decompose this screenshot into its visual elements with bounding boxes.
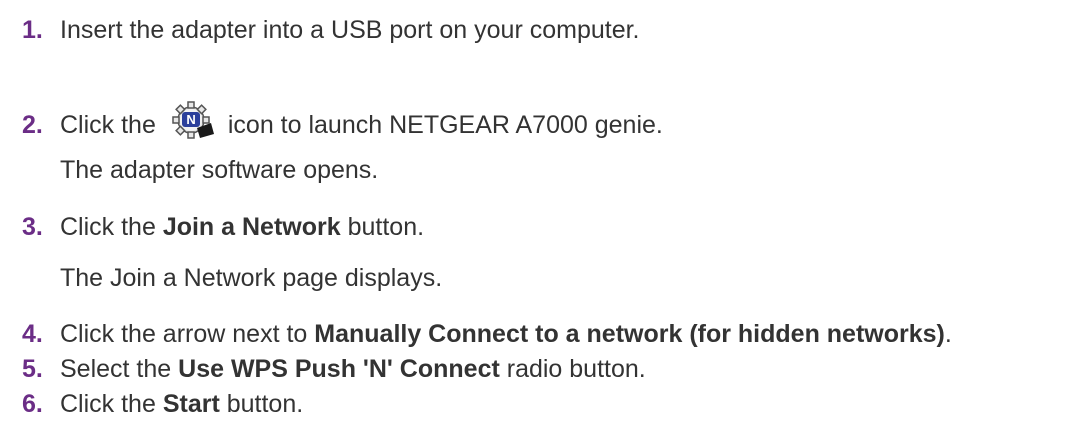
step-5: 5. Select the Use WPS Push 'N' Connect ra… [22, 354, 646, 384]
step-number: 6. [22, 390, 43, 418]
step-text-after: . [944, 320, 952, 348]
step-text-before: Click the arrow next to [60, 320, 315, 348]
step-ui-label: Start [162, 390, 220, 418]
step-3: 3. Click the Join a Network button. [22, 212, 424, 242]
step-6: 6. Click the Start button. [22, 389, 303, 419]
step-ui-label: Join a Network [162, 213, 341, 241]
step-text-after: button. [219, 390, 304, 418]
step-number: 2. [22, 111, 43, 139]
step-number: 1. [22, 16, 43, 44]
step-text-after: button. [340, 213, 425, 241]
svg-text:N: N [186, 112, 195, 127]
netgear-genie-icon: N [170, 101, 216, 141]
step-number: 4. [22, 320, 43, 348]
step-text-before: Click the [60, 390, 163, 418]
step-1: 1. Insert the adapter into a USB port on … [22, 15, 640, 45]
step-number: 5. [22, 355, 43, 383]
step-ui-label: Manually Connect to a network (for hidde… [314, 320, 945, 348]
step-2: 2. Click the N icon to launch NETGEAR A7… [22, 101, 663, 141]
step-text-after: icon to launch NETGEAR A7000 genie. [227, 111, 663, 139]
step-number: 3. [22, 213, 43, 241]
step-2-result: The adapter software opens. [60, 156, 379, 184]
step-text-after: radio button. [499, 355, 646, 383]
step-text-before: Click the [60, 111, 156, 139]
step-text-before: Click the [60, 213, 163, 241]
step-text-before: Select the [60, 355, 179, 383]
step-3-result: The Join a Network page displays. [60, 264, 443, 292]
step-text: Insert the adapter into a USB port on yo… [60, 16, 640, 44]
step-ui-label: Use WPS Push 'N' Connect [178, 355, 500, 383]
step-4: 4. Click the arrow next to Manually Conne… [22, 319, 952, 349]
